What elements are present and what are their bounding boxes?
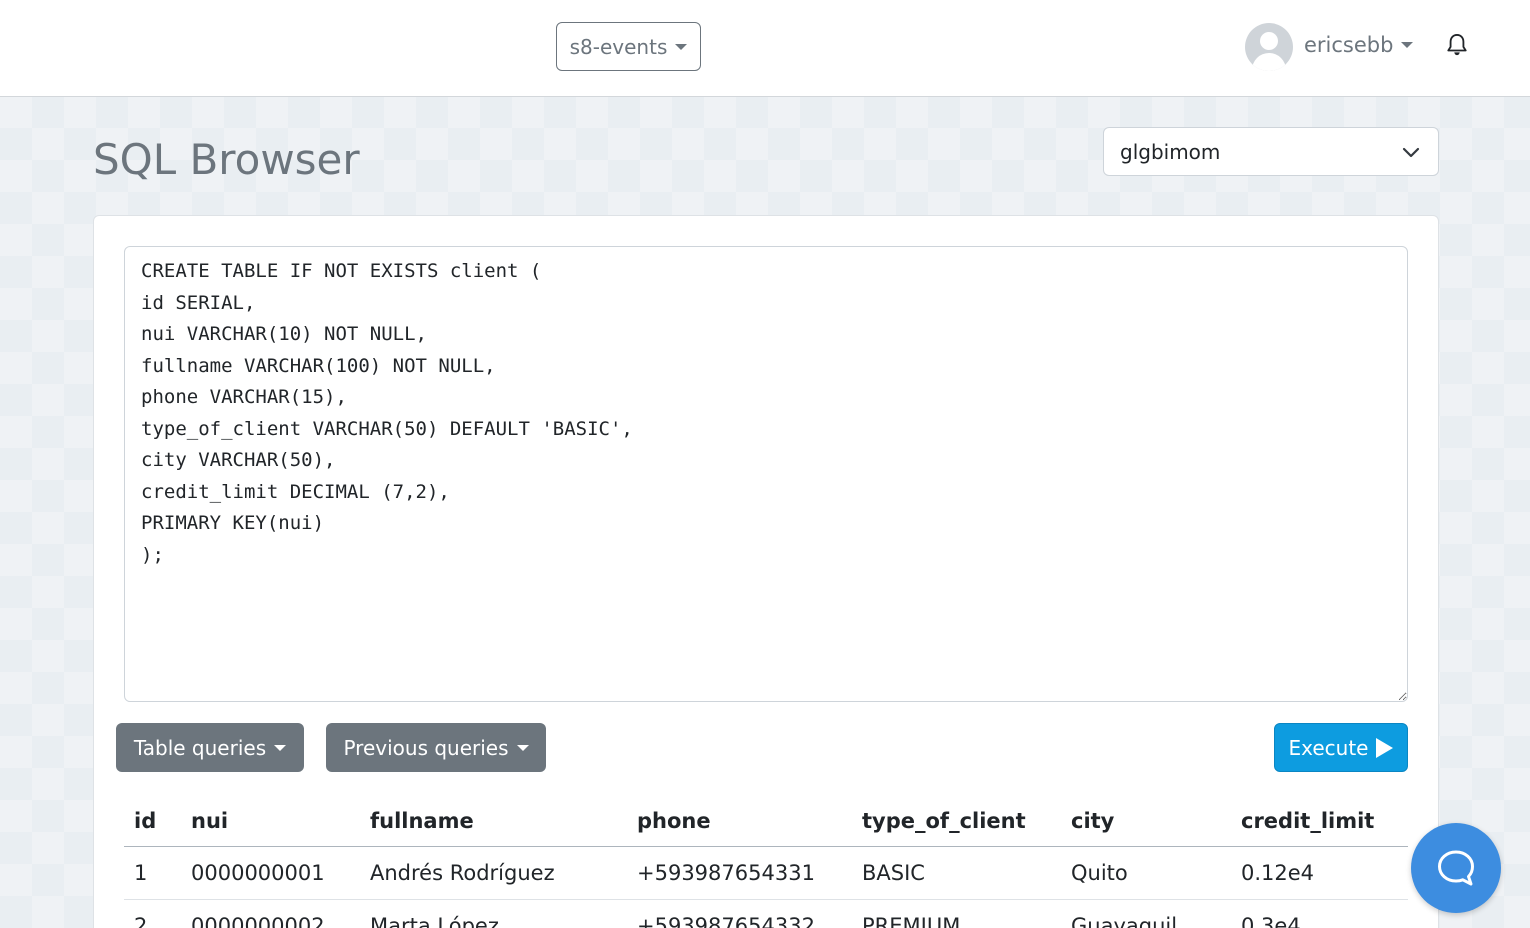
previous-queries-button[interactable]: Previous queries [326, 723, 546, 772]
bell-icon[interactable] [1446, 33, 1468, 57]
caret-down-icon [516, 744, 529, 751]
table-cell: Andrés Rodríguez [360, 846, 627, 900]
user-menu-dropdown[interactable]: ericsebb [1304, 30, 1414, 60]
avatar-body-shape [1252, 53, 1286, 71]
column-header-credit-limit: credit_limit [1231, 796, 1408, 847]
column-header-phone: phone [627, 796, 852, 847]
caret-down-icon [675, 43, 688, 50]
avatar[interactable] [1245, 23, 1293, 71]
database-select[interactable]: glgbimom [1103, 127, 1439, 176]
table-row: 1 0000000001 Andrés Rodríguez +593987654… [124, 846, 1408, 900]
page-title: SQL Browser [93, 135, 360, 184]
execute-button[interactable]: Execute [1274, 723, 1408, 772]
chevron-down-icon [1402, 147, 1420, 158]
table-cell: 1 [124, 846, 181, 900]
caret-down-icon [274, 744, 287, 751]
table-cell: +593987654332 [627, 899, 852, 928]
column-header-city: city [1061, 796, 1231, 847]
project-dropdown-label: s8-events [569, 34, 668, 59]
column-header-fullname: fullname [360, 796, 627, 847]
results-table: id nui fullname phone type_of_client cit… [124, 796, 1408, 928]
top-navbar: s8-events ericsebb [0, 0, 1530, 97]
table-cell: PREMIUM [852, 899, 1061, 928]
table-queries-button[interactable]: Table queries [116, 723, 304, 772]
column-header-nui: nui [181, 796, 360, 847]
help-chat-button[interactable] [1411, 823, 1501, 913]
table-cell: 0000000001 [181, 846, 360, 900]
table-cell: Quito [1061, 846, 1231, 900]
column-header-type-of-client: type_of_client [852, 796, 1061, 847]
column-header-id: id [124, 796, 181, 847]
table-cell: +593987654331 [627, 846, 852, 900]
caret-down-icon [1401, 42, 1414, 48]
table-cell: 2 [124, 899, 181, 928]
play-icon [1376, 737, 1394, 758]
table-cell: Marta López [360, 899, 627, 928]
chat-bubble-icon [1438, 850, 1474, 886]
database-select-value: glgbimom [1120, 139, 1221, 164]
table-row: 2 0000000002 Marta López +593987654332 P… [124, 899, 1408, 928]
table-cell: Guayaquil [1061, 899, 1231, 928]
table-cell: 0.3e4 [1231, 899, 1408, 928]
project-dropdown[interactable]: s8-events [556, 22, 701, 71]
avatar-head-shape [1260, 32, 1278, 50]
username-label: ericsebb [1304, 33, 1394, 57]
table-cell: BASIC [852, 846, 1061, 900]
table-header-row: id nui fullname phone type_of_client cit… [124, 796, 1408, 847]
table-cell: 0000000002 [181, 899, 360, 928]
sql-query-editor[interactable]: CREATE TABLE IF NOT EXISTS client ( id S… [124, 246, 1408, 702]
table-cell: 0.12e4 [1231, 846, 1408, 900]
previous-queries-label: Previous queries [343, 735, 509, 760]
table-queries-label: Table queries [133, 735, 267, 760]
execute-label: Execute [1288, 735, 1369, 760]
